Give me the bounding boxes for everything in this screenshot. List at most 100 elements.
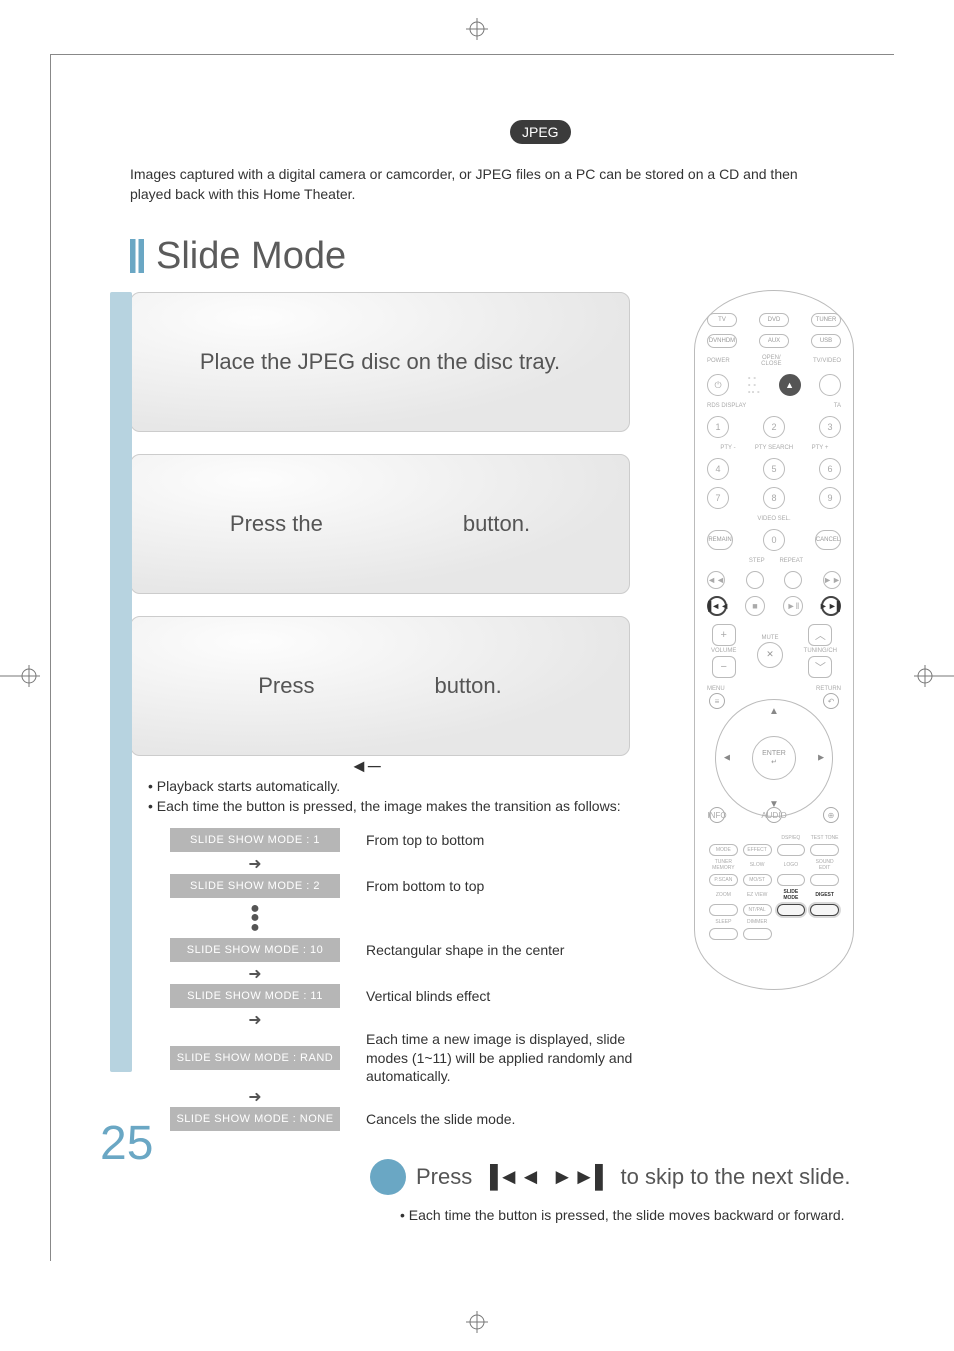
remote-label: MENU xyxy=(707,686,772,692)
mode-chip: SLIDE SHOW MODE : 11 xyxy=(170,984,340,1008)
prev-track-icon: ▐◄◄ xyxy=(482,1164,541,1190)
power-button[interactable]: ⏻ xyxy=(707,374,729,396)
keypad-button[interactable]: 1 xyxy=(707,416,729,438)
remote-label: TUNER MEMORY xyxy=(709,859,738,871)
return-button[interactable]: ↶ xyxy=(823,693,839,709)
enter-button[interactable]: ENTER ↵ xyxy=(752,736,796,780)
remote-label: POWER xyxy=(707,358,730,364)
arrow-down-icon: ➜ xyxy=(170,854,340,872)
next-track-button[interactable]: ►►▌ xyxy=(821,596,841,616)
digest-button[interactable] xyxy=(810,904,839,916)
tuning-up-button[interactable]: ︿ xyxy=(808,624,832,646)
remote-label: LOGO xyxy=(777,862,806,868)
info-button[interactable]: INFO xyxy=(709,807,725,823)
effect-button[interactable]: EFFECT xyxy=(743,844,772,856)
enter-icon: ↵ xyxy=(771,758,777,766)
remote-label: DSP/EQ xyxy=(777,835,806,841)
registration-mark-icon xyxy=(0,665,40,687)
test-tone-button[interactable] xyxy=(810,844,839,856)
mode-desc: From bottom to top xyxy=(366,877,484,895)
remote-label: VOLUME xyxy=(711,648,736,654)
mode-chip: SLIDE SHOW MODE : 10 xyxy=(170,938,340,962)
keypad-button[interactable]: 3 xyxy=(819,416,841,438)
remote-label: SOUND EDIT xyxy=(810,859,839,871)
subtitle-button[interactable]: ⊕ xyxy=(823,807,839,823)
mode-desc: From top to bottom xyxy=(366,831,484,849)
dpad-up-button[interactable]: ▲ xyxy=(769,706,779,717)
open-close-button[interactable]: ▲ xyxy=(779,374,801,396)
step-button[interactable] xyxy=(746,571,764,589)
audio-button[interactable]: AUDIO xyxy=(766,807,782,823)
remote-label: DIGEST xyxy=(810,892,839,898)
mute-button[interactable]: ✕ xyxy=(757,642,783,668)
ntpal-button[interactable]: NT/PAL xyxy=(743,904,772,916)
most-button[interactable]: MO/ST xyxy=(743,874,772,886)
keypad-button[interactable]: 9 xyxy=(819,487,841,509)
remote-label: TEST TONE xyxy=(810,835,839,841)
step-number-circle-icon xyxy=(370,1159,406,1195)
remote-source-button[interactable]: DVNHDM xyxy=(707,334,737,348)
keypad-button[interactable]: 7 xyxy=(707,487,729,509)
keypad-button[interactable]: 6 xyxy=(819,458,841,480)
zoom-button[interactable] xyxy=(709,904,738,916)
keypad-button[interactable]: 4 xyxy=(707,458,729,480)
keypad-button[interactable]: 0 xyxy=(763,529,785,551)
pscan-button[interactable]: P.SCAN xyxy=(709,874,738,886)
dspeq-button[interactable] xyxy=(777,844,806,856)
keypad-button[interactable]: 8 xyxy=(763,487,785,509)
remote-label: OPEN/ CLOSE xyxy=(761,355,781,367)
mode-chip: SLIDE SHOW MODE : 2 xyxy=(170,874,340,898)
volume-down-button[interactable]: − xyxy=(712,656,736,678)
skip-instruction: Press ▐◄◄ ►►▌ to skip to the next slide. xyxy=(370,1159,860,1195)
page-number: 25 xyxy=(100,1116,153,1171)
repeat-button[interactable] xyxy=(784,571,802,589)
rewind-button[interactable]: ◄◄ xyxy=(707,571,725,589)
menu-button[interactable]: ≡ xyxy=(709,693,725,709)
skip-note: • Each time the button is pressed, the s… xyxy=(400,1207,860,1223)
volume-up-button[interactable]: + xyxy=(712,624,736,646)
cancel-button[interactable]: CANCEL xyxy=(815,530,841,550)
dpad-left-button[interactable]: ◄ xyxy=(722,753,732,764)
sleep-button[interactable] xyxy=(709,928,738,940)
stop-button[interactable]: ■ xyxy=(745,596,765,616)
keypad-button[interactable]: 5 xyxy=(763,458,785,480)
dimmer-button[interactable] xyxy=(743,928,772,940)
remote-control-illustration: TV DVD TUNER DVNHDM AUX USB POWER OPEN/ … xyxy=(694,290,854,990)
step-3-press: Press xyxy=(258,673,314,699)
tuning-down-button[interactable]: ﹀ xyxy=(808,656,832,678)
dpad-right-button[interactable]: ► xyxy=(816,753,826,764)
mode-desc: Rectangular shape in the center xyxy=(366,941,564,959)
prev-track-button[interactable]: ▐◄◄ xyxy=(707,596,727,616)
remote-source-button[interactable]: TV xyxy=(707,313,737,327)
play-pause-button[interactable]: ►‖ xyxy=(783,596,803,616)
jpeg-badge: JPEG xyxy=(510,120,571,144)
keypad-button[interactable]: 2 xyxy=(763,416,785,438)
slide-mode-button[interactable] xyxy=(777,904,806,916)
sound-edit-button[interactable] xyxy=(810,874,839,886)
skip-rest: to skip to the next slide. xyxy=(621,1164,851,1190)
mode-button[interactable]: MODE xyxy=(709,844,738,856)
remote-label: SLOW xyxy=(743,862,772,868)
remote-label: REPEAT xyxy=(776,558,807,564)
remote-label: DIMMER xyxy=(743,919,772,925)
skip-press: Press xyxy=(416,1164,472,1190)
steps-rail xyxy=(110,292,132,1072)
remote-label: TV/VIDEO xyxy=(813,358,841,364)
mode-chip: SLIDE SHOW MODE : NONE xyxy=(170,1107,340,1131)
step-card-2: Press the button. xyxy=(130,454,630,594)
remote-source-button[interactable]: TUNER xyxy=(811,313,841,327)
remain-button[interactable]: REMAIN xyxy=(707,530,733,550)
ellipsis-dots-icon: ●●● xyxy=(170,900,340,937)
dpad: ≡ ↶ ▲ ▼ ◄ ► ENTER ↵ INFO AUDIO ⊕ xyxy=(715,699,833,817)
fast-forward-button[interactable]: ►► xyxy=(823,571,841,589)
mode-row: SLIDE SHOW MODE : RAND Each time a new i… xyxy=(170,1030,860,1085)
remote-source-button[interactable]: DVD xyxy=(759,313,789,327)
mode-desc: Each time a new image is displayed, slid… xyxy=(366,1030,666,1085)
indicator-dots-icon: ∘ ∘∘ ∘∘∘ ∘ xyxy=(747,375,760,396)
logo-button[interactable] xyxy=(777,874,806,886)
remote-source-button[interactable]: USB xyxy=(811,334,841,348)
remote-source-button[interactable]: AUX xyxy=(759,334,789,348)
tv-video-button[interactable] xyxy=(819,374,841,396)
remote-label: EZ VIEW xyxy=(743,892,772,898)
step-2-press: Press the xyxy=(230,511,323,537)
